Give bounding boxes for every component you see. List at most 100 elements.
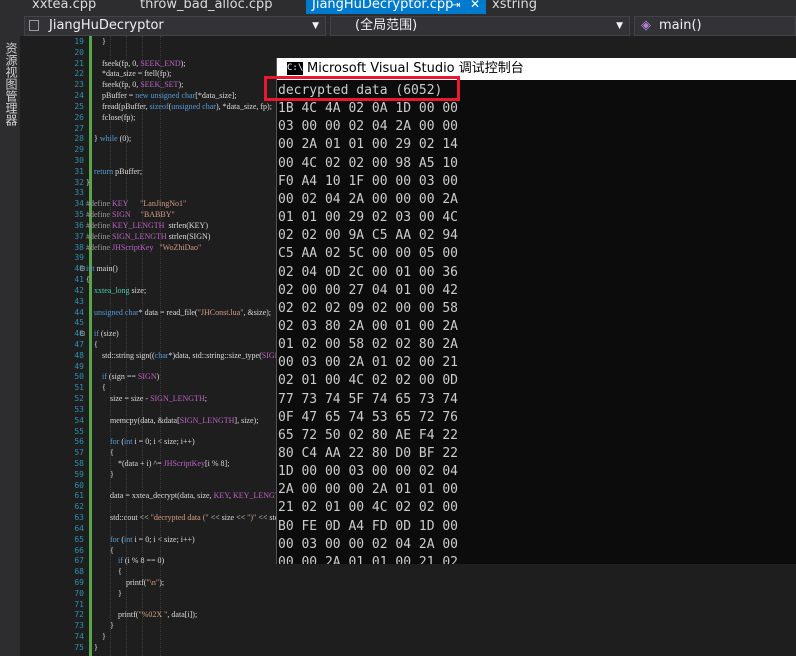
line-number: 71 xyxy=(74,599,84,609)
code-line: size = size - SIGN_LENGTH; xyxy=(86,394,207,404)
code-line: } xyxy=(86,632,106,642)
fold-toggle-icon[interactable]: ⊟ xyxy=(80,264,85,273)
code-line: { xyxy=(86,567,122,577)
line-number: 72 xyxy=(74,610,84,620)
hex-dump-line: 00 02 04 2A 00 00 00 2A xyxy=(278,191,459,207)
line-number: 48 xyxy=(74,350,84,360)
code-line: fseek(fp, 0, SEEK_END); xyxy=(86,58,186,68)
tab-label: xxtea.cpp xyxy=(32,0,97,12)
tab-xstring[interactable]: xstring xyxy=(486,0,566,14)
function-name: main() xyxy=(659,18,702,33)
hex-dump-line: 00 4C 02 02 00 98 A5 10 xyxy=(278,155,459,171)
debug-console-window[interactable]: C:\ Microsoft Visual Studio 调试控制台 decryp… xyxy=(276,58,796,564)
code-line: for (int i = 0; i < size; i++) xyxy=(110,437,195,447)
line-number: 36 xyxy=(74,220,84,230)
line-number: 49 xyxy=(74,361,84,371)
line-number: 66 xyxy=(74,545,84,555)
line-number: 63 xyxy=(74,513,84,523)
code-line: } while (0); xyxy=(86,134,132,144)
code-line: { xyxy=(86,383,106,393)
hex-dump-line: 21 02 01 00 4C 02 02 00 xyxy=(278,500,459,516)
line-number: 67 xyxy=(74,556,84,566)
fold-toggle-icon[interactable]: ⊟ xyxy=(80,329,85,338)
hex-dump-line: 02 02 02 09 02 00 00 58 xyxy=(278,300,459,316)
code-line: if (size) xyxy=(94,329,119,339)
hex-dump-line: 1D 00 00 03 00 00 02 04 xyxy=(278,464,459,480)
hex-dump-line: 03 00 00 02 04 2A 00 00 xyxy=(278,119,459,135)
function-dropdown[interactable]: ◈ main() xyxy=(634,16,796,36)
tab-throw-bad-alloc-cpp[interactable]: throw_bad_alloc.cpp xyxy=(124,0,284,14)
line-number: 39 xyxy=(74,253,84,263)
console-icon: C:\ xyxy=(287,62,304,75)
line-number: 41 xyxy=(74,275,84,285)
line-number: 74 xyxy=(74,632,84,642)
line-number: 56 xyxy=(74,437,84,447)
scope-name: (全局范围) xyxy=(355,18,418,33)
code-line: } xyxy=(86,588,122,598)
close-icon[interactable]: ✕ xyxy=(470,0,480,10)
line-number: 42 xyxy=(74,285,84,295)
line-number: 21 xyxy=(74,58,84,68)
tab-label: throw_bad_alloc.cpp xyxy=(140,0,273,12)
code-line: #define SIGN_LENGTH strlen(SIGN) xyxy=(86,231,211,241)
line-number: 30 xyxy=(74,156,84,166)
hex-dump-line: 02 04 0D 2C 00 01 00 36 xyxy=(278,264,459,280)
code-line: std::cout << "decrypted data (" << size … xyxy=(86,513,299,523)
tab-xxtea-cpp[interactable]: xxtea.cpp xyxy=(12,0,112,14)
line-number: 75 xyxy=(74,642,84,652)
line-number: 37 xyxy=(74,231,84,241)
hex-dump-line: 02 03 80 2A 00 01 00 2A xyxy=(278,318,459,334)
hex-dump-line: 01 01 00 29 02 03 00 4C xyxy=(278,210,459,226)
line-number: 55 xyxy=(74,426,84,436)
pin-icon[interactable]: ⇥ xyxy=(452,1,460,11)
line-number: 51 xyxy=(74,383,84,393)
line-number: 22 xyxy=(74,69,84,79)
highlight-box xyxy=(264,76,460,101)
line-number: 28 xyxy=(74,134,84,144)
resource-view-tab[interactable]: 资源视图管理器 xyxy=(3,42,18,126)
code-line: memcpy(data, &data[SIGN_LENGTH], size); xyxy=(86,415,259,425)
chevron-down-icon: ▼ xyxy=(616,21,623,31)
line-number: 60 xyxy=(74,480,84,490)
line-number: 61 xyxy=(74,491,84,501)
code-line: *data_size = ftell(fp); xyxy=(86,69,172,79)
code-line: } xyxy=(86,37,106,46)
code-line: fread(pBuffer, sizeof(unsigned char), *d… xyxy=(86,101,272,111)
hex-dump-line: 1B 4C 4A 02 0A 1D 00 00 xyxy=(278,101,459,117)
hex-dump-line: 80 C4 AA 22 80 D0 BF 22 xyxy=(278,446,459,461)
line-number: 23 xyxy=(74,80,84,90)
line-number: 20 xyxy=(74,47,84,57)
line-number: 62 xyxy=(74,502,84,512)
hex-dump-line: 02 00 00 27 04 01 00 42 xyxy=(278,282,459,298)
code-line: int main() xyxy=(86,264,118,274)
line-number: 35 xyxy=(74,210,84,220)
hex-dump-line: 2A 00 00 00 2A 01 01 00 xyxy=(278,482,459,498)
line-number: 65 xyxy=(74,534,84,544)
code-line: { xyxy=(86,339,98,349)
line-number: 40 xyxy=(74,264,84,274)
code-line: unsigned char* data = read_file("JHConst… xyxy=(94,307,272,317)
code-line: #define JHScriptKey "WoZhiDao" xyxy=(86,242,202,252)
scope-dropdown[interactable]: (全局范围) ▼ xyxy=(330,16,630,36)
line-number: 53 xyxy=(74,404,84,414)
code-line: for (int i = 0; i < size; i++) xyxy=(110,534,195,544)
chevron-down-icon: ▼ xyxy=(312,21,319,31)
line-number: 47 xyxy=(74,339,84,349)
line-number: 32 xyxy=(74,177,84,187)
line-number: 38 xyxy=(74,242,84,252)
hex-dump-line: 02 01 00 4C 02 02 00 0D xyxy=(278,373,459,389)
tab-label: xstring xyxy=(492,0,538,12)
code-line: } xyxy=(86,469,114,479)
line-number: 50 xyxy=(74,372,84,382)
hex-dump-line: 77 73 74 5F 74 65 73 74 xyxy=(278,391,459,407)
hex-dump-line: 0F 47 65 74 53 65 72 76 xyxy=(278,409,459,425)
project-dropdown[interactable]: JiangHuDecryptor ▼ xyxy=(24,16,326,36)
tab-jianghudecryptor-cpp[interactable]: JiangHuDecryptor.cpp ⇥ ✕ xyxy=(306,0,486,14)
code-line: if (i % 8 == 0) xyxy=(118,556,165,566)
code-line: fclose(fp); xyxy=(86,112,136,122)
line-number: 68 xyxy=(74,567,84,577)
line-number: 34 xyxy=(74,199,84,209)
code-line: } xyxy=(86,177,90,187)
line-number: 25 xyxy=(74,101,84,111)
code-line: return pBuffer; xyxy=(94,166,143,176)
